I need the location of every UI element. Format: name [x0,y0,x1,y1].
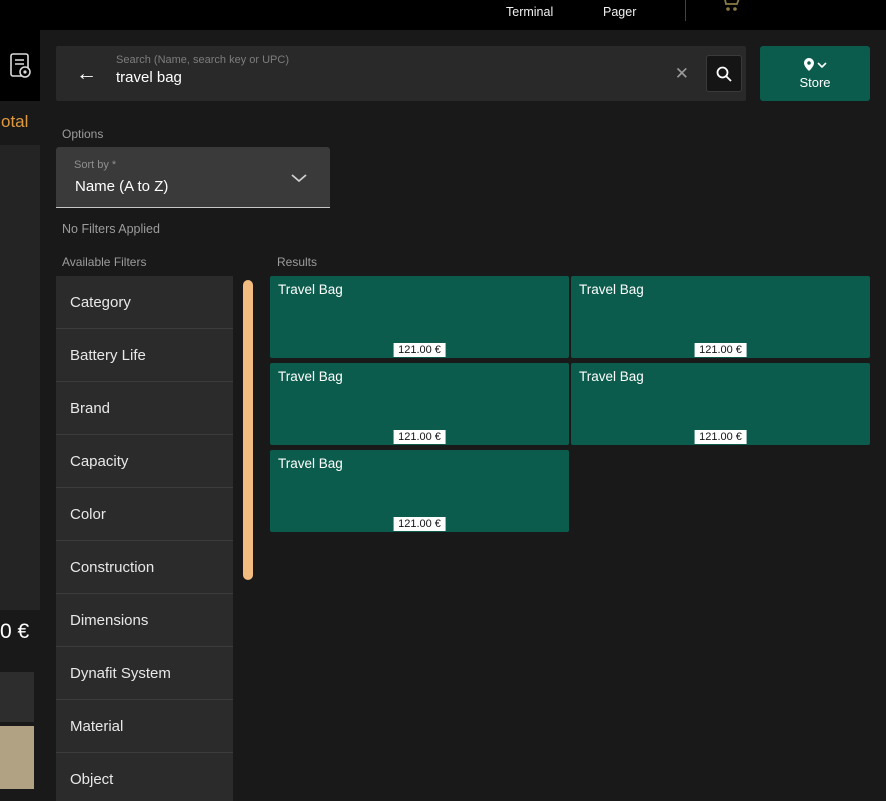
location-pin-icon [803,57,815,72]
product-price: 121.00 € [393,517,446,531]
filter-item-construction[interactable]: Construction [56,541,233,594]
product-name: Travel Bag [278,282,343,297]
filter-item-brand[interactable]: Brand [56,382,233,435]
product-price: 121.00 € [694,430,747,444]
results-label: Results [277,255,317,269]
store-button-label: Store [799,75,830,90]
total-label-partial: otal [1,112,28,132]
cart-icon[interactable] [720,0,742,13]
filter-list-scrollbar[interactable] [243,280,253,580]
filter-item-dynafit-system[interactable]: Dynafit System [56,647,233,700]
sort-by-select[interactable]: Sort by * Name (A to Z) [56,147,330,208]
filters-status: No Filters Applied [62,222,160,236]
available-filters-label: Available Filters [62,255,146,269]
product-name: Travel Bag [579,369,644,384]
search-bar: ← Search (Name, search key or UPC) ✕ [56,46,746,101]
product-price: 121.00 € [694,343,747,357]
filter-item-category[interactable]: Category [56,276,233,329]
product-card[interactable]: Travel Bag 121.00 € [270,363,569,445]
product-name: Travel Bag [278,456,343,471]
filter-item-object[interactable]: Object [56,753,233,801]
topbar-pager[interactable]: Pager [603,5,636,19]
order-amount-partial: 0 € [0,620,29,644]
chevron-down-icon [817,62,827,68]
topbar: Terminal Pager [0,0,886,30]
filter-item-capacity[interactable]: Capacity [56,435,233,488]
filter-item-color[interactable]: Color [56,488,233,541]
search-button[interactable] [706,55,742,92]
chevron-down-icon [290,173,308,183]
left-nav-panel [0,30,40,101]
topbar-terminal[interactable]: Terminal [506,5,553,19]
store-button[interactable]: Store [760,46,870,101]
product-name: Travel Bag [278,369,343,384]
search-input[interactable] [116,69,626,86]
search-placeholder-label: Search (Name, search key or UPC) [116,54,626,66]
search-field[interactable]: Search (Name, search key or UPC) [116,54,626,86]
filter-item-battery-life[interactable]: Battery Life [56,329,233,382]
orders-icon[interactable] [7,52,33,80]
filter-list: Category Battery Life Brand Capacity Col… [56,276,233,801]
store-button-icons [803,57,827,72]
left-partial-product-image[interactable] [0,726,34,789]
sort-by-label: Sort by * [74,159,116,171]
product-name: Travel Bag [579,282,644,297]
clear-search-icon[interactable]: ✕ [675,64,689,84]
pos-product-search-screen: Terminal Pager otal 0 € ← Search (Name, … [0,0,886,801]
left-order-panel [0,145,40,610]
product-card[interactable]: Travel Bag 121.00 € [270,450,569,532]
product-card[interactable]: Travel Bag 121.00 € [571,363,870,445]
filter-item-material[interactable]: Material [56,700,233,753]
product-price: 121.00 € [393,343,446,357]
results-grid: Travel Bag 121.00 € Travel Bag 121.00 € … [270,276,871,532]
sort-by-value: Name (A to Z) [75,178,168,195]
filter-item-dimensions[interactable]: Dimensions [56,594,233,647]
back-arrow-icon[interactable]: ← [76,62,97,86]
topbar-divider [685,0,686,21]
product-card[interactable]: Travel Bag 121.00 € [270,276,569,358]
product-card[interactable]: Travel Bag 121.00 € [571,276,870,358]
options-label: Options [62,127,103,141]
left-partial-button[interactable] [0,672,34,722]
magnifier-icon [715,65,733,83]
product-price: 121.00 € [393,430,446,444]
